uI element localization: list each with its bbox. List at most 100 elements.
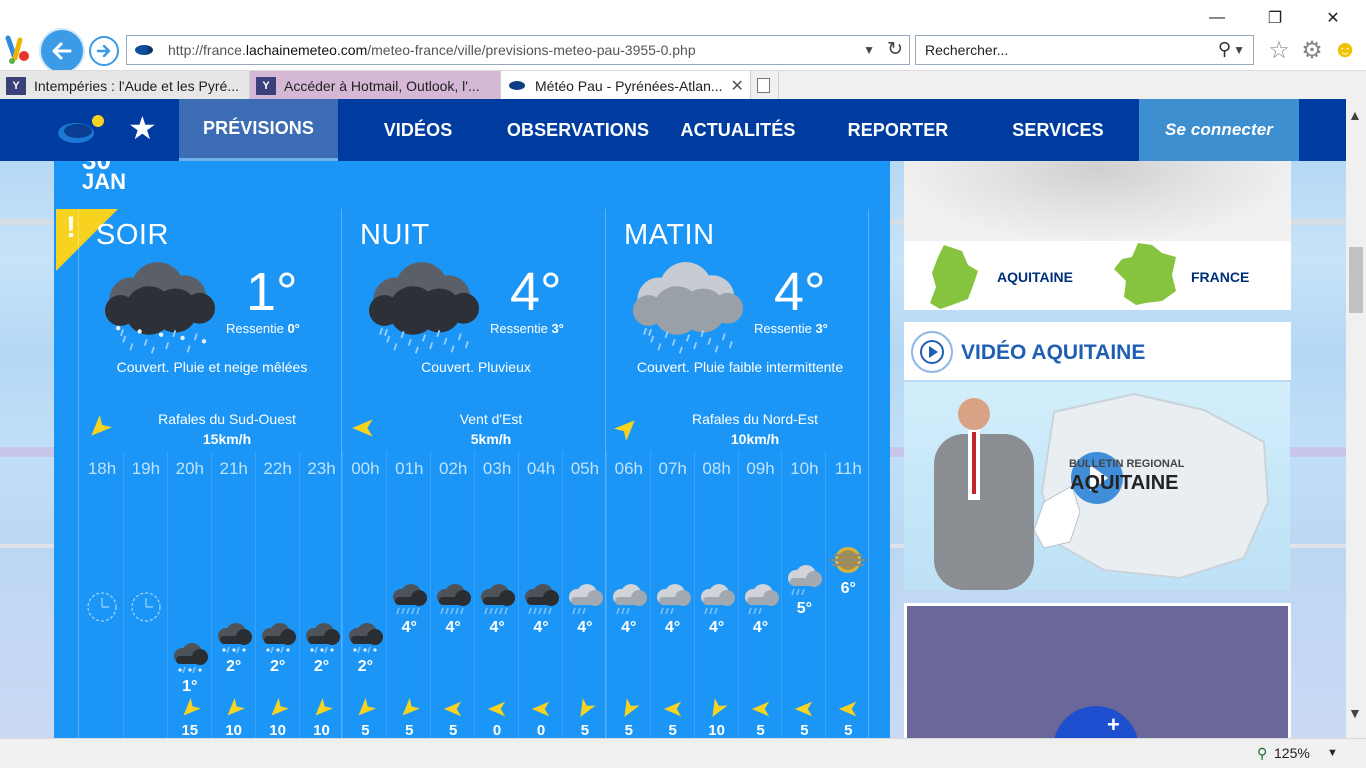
light-rain-weather-icon — [651, 583, 695, 617]
clock-weather-icon — [124, 589, 168, 623]
france-map-icon[interactable] — [1110, 241, 1180, 307]
radar-map-preview[interactable] — [904, 161, 1291, 241]
close-window-icon[interactable]: ✕ — [1318, 6, 1348, 30]
hour-label: 09h — [746, 459, 775, 478]
favorite-star-icon[interactable]: ★ — [128, 112, 157, 144]
snow-rain-weather-icon — [300, 622, 344, 656]
aquitaine-map-icon[interactable] — [922, 243, 980, 310]
search-icon[interactable]: ⚲ — [1218, 39, 1231, 60]
nav-previsions[interactable]: PRÉVISIONS — [179, 99, 338, 161]
browser-logo-icon — [5, 35, 29, 64]
address-bar[interactable]: http://france.lachainemeteo.com/meteo-fr… — [126, 35, 910, 65]
hour-temperature: 4° — [489, 619, 505, 636]
snow-rain-weather-icon — [343, 622, 387, 656]
period-wind: Rafales du Sud-Ouest 15km/h — [158, 411, 296, 447]
tab-hotmail[interactable]: Y Accéder à Hotmail, Outlook, l'... — [250, 71, 501, 100]
hour-temperature: 4° — [621, 619, 637, 636]
hour-label: 11h — [834, 459, 862, 478]
back-button[interactable] — [39, 28, 85, 74]
close-tab-icon[interactable]: ✕ — [731, 76, 744, 96]
map-label-aquitaine[interactable]: AQUITAINE — [997, 269, 1073, 285]
hour-wind-arrow-icon — [618, 698, 640, 720]
video-section-header[interactable]: VIDÉO AQUITAINE — [904, 322, 1291, 380]
scroll-down-icon[interactable]: ▼ — [1348, 705, 1362, 721]
hour-temperature: 2° — [357, 658, 374, 675]
map-label-france[interactable]: FRANCE — [1191, 269, 1249, 285]
period-wind: Rafales du Nord-Est 10km/h — [691, 411, 819, 447]
period-title: MATIN — [624, 219, 715, 251]
video-caption-big: AQUITAINE — [1070, 472, 1179, 494]
zoom-control[interactable]: + — [1053, 706, 1139, 738]
hour-wind-speed: 10 — [269, 722, 286, 738]
nav-reporter[interactable]: REPORTER — [836, 99, 960, 161]
video-caption-small: BULLETIN REGIONAL — [1069, 458, 1185, 470]
light-rain-weather-icon — [695, 583, 739, 617]
nav-actualites[interactable]: ACTUALITÉS — [672, 99, 804, 161]
interactive-map-card[interactable]: + — [904, 603, 1291, 738]
tab-intemperies[interactable]: Y Intempéries : l'Aude et les Pyré... — [0, 71, 250, 100]
zoom-in-icon[interactable]: + — [1107, 712, 1120, 738]
tab-title: Météo Pau - Pyrénées-Atlan... — [535, 77, 723, 94]
scroll-up-icon[interactable]: ▲ — [1348, 107, 1362, 123]
search-box[interactable]: ⚲ ▼ — [915, 35, 1254, 65]
rain-weather-icon — [387, 583, 431, 617]
hour-temperature: 2° — [226, 658, 242, 675]
hour-label: 21h — [219, 459, 248, 478]
hour-temperature: 4° — [445, 619, 461, 636]
zoom-dropdown-icon[interactable]: ▼ — [1327, 747, 1338, 759]
hour-divider — [298, 451, 300, 738]
page-scrollbar[interactable]: ▲ ▼ — [1346, 99, 1366, 738]
hour-wind-speed: 5 — [668, 722, 677, 738]
period-soir: SOIR 1° Ressentie 0° Couvert. Pluie et neig… — [80, 209, 344, 459]
forecast-panel: 30 JAN ! SOIR1°Ressentie 0°Couvert. Plui… — [54, 161, 890, 738]
hour-label: 10h — [790, 459, 819, 478]
hour-label: 20h — [175, 459, 204, 478]
login-button[interactable]: Se connecter — [1139, 99, 1299, 161]
nav-observations[interactable]: OBSERVATIONS — [500, 99, 656, 161]
map-viewport[interactable]: + — [907, 606, 1288, 738]
hour-label: 23h — [307, 459, 336, 478]
restore-icon[interactable]: ❐ — [1260, 6, 1290, 30]
scroll-thumb[interactable] — [1349, 247, 1363, 313]
hour-temperature: 4° — [665, 619, 681, 636]
light-rain-weather-icon — [607, 583, 651, 617]
favorites-star-icon[interactable]: ☆ — [1265, 36, 1293, 64]
hour-label: 04h — [526, 459, 556, 478]
video-title[interactable]: VIDÉO AQUITAINE — [961, 341, 1145, 365]
alert-icon: ! — [66, 211, 76, 244]
address-dropdown-icon[interactable]: ▼ — [863, 43, 875, 57]
hour-wind-arrow-icon — [574, 698, 596, 720]
hour-temperature: 6° — [840, 580, 856, 597]
tab-title: Accéder à Hotmail, Outlook, l'... — [284, 77, 480, 94]
smiley-icon[interactable]: ☻ — [1331, 36, 1359, 64]
forward-button[interactable] — [89, 36, 119, 66]
hour-temperature: 4° — [401, 619, 417, 636]
tab-meteo-pau[interactable]: Météo Pau - Pyrénées-Atlan... ✕ — [501, 71, 751, 100]
search-dropdown-icon[interactable]: ▼ — [1233, 43, 1245, 57]
video-thumbnail[interactable]: BULLETIN REGIONAL AQUITAINE — [904, 382, 1290, 590]
hour-temperature: 5° — [796, 600, 813, 617]
hour-label: 00h — [351, 459, 380, 478]
hour-divider — [210, 451, 212, 738]
zoom-level[interactable]: 125% — [1274, 745, 1310, 761]
hour-label: 06h — [614, 459, 643, 478]
play-circle-icon[interactable] — [910, 330, 954, 374]
search-input[interactable] — [916, 36, 1196, 64]
refresh-icon[interactable]: ↻ — [887, 38, 903, 61]
divider — [78, 209, 79, 738]
arrow-right-icon — [96, 44, 111, 58]
site-logo-icon[interactable] — [56, 111, 110, 145]
hour-wind-speed: 5 — [756, 722, 765, 738]
hour-wind-speed: 5 — [405, 722, 414, 738]
nav-videos[interactable]: VIDÉOS — [358, 99, 478, 161]
rain-weather-icon — [431, 583, 475, 617]
minimize-icon[interactable]: — — [1202, 6, 1232, 30]
gear-icon[interactable]: ⚙ — [1298, 36, 1326, 64]
zoom-icon[interactable]: ⚲ — [1257, 745, 1267, 762]
nav-services[interactable]: SERVICES — [1000, 99, 1116, 161]
hour-label: 08h — [702, 459, 731, 478]
status-bar: ⚲ 125% ▼ — [0, 738, 1366, 768]
url-text[interactable]: http://france.lachainemeteo.com/meteo-fr… — [168, 42, 696, 58]
hour-label: 19h — [131, 459, 161, 478]
new-tab-button[interactable] — [751, 71, 779, 100]
